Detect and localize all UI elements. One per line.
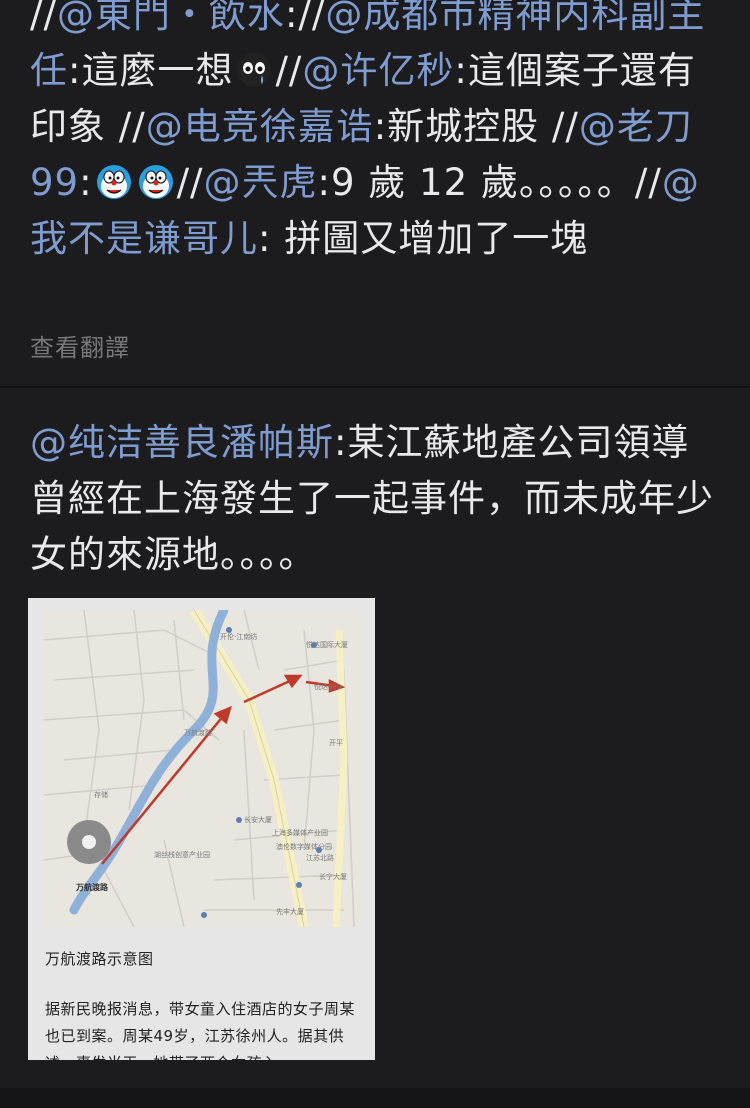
news-article-text: 据新民晚报消息，带女童入住酒店的女子周某也已到案。周某49岁，江苏徐州人。据其供… <box>45 1000 356 1060</box>
separator-text: :// <box>284 0 326 36</box>
doraemon-emoji-icon <box>137 161 175 199</box>
map-label: 悦达国际大厦 <box>306 641 348 649</box>
separator-text: // <box>30 0 57 36</box>
map-label: 开伦·江南坊 <box>220 633 258 641</box>
map-label: 先丰大厦 <box>276 908 304 916</box>
map-label: 长安大厦 <box>244 816 272 824</box>
map-label: 存储 <box>94 791 108 799</box>
comment-text: : 拼圖又增加了一塊 <box>258 217 589 260</box>
mention-link[interactable]: @東門・飲水 <box>57 0 285 36</box>
mention-link[interactable]: @许亿秒 <box>302 49 454 92</box>
map-label: 江苏北路 <box>306 854 334 862</box>
map-label: 悦达889 <box>314 683 342 691</box>
mention-link[interactable]: @电竞徐嘉诰 <box>146 105 374 148</box>
mention-link[interactable]: @兲虎 <box>204 161 318 204</box>
comment-card: @纯洁善良潘帕斯:某江蘇地產公司領導曾經在上海發生了一起事件，而未成年少女的來源… <box>0 388 750 1088</box>
map-label: 万航渡路 <box>76 883 108 892</box>
comment-text: : <box>79 161 93 204</box>
map-label: 长宁大厦 <box>319 873 347 881</box>
comment-body: //@東門・飲水://@成都市精神内科副主任:這麼一想//@许亿秒:這個案子還有… <box>30 0 725 267</box>
translate-link[interactable]: 查看翻譯 <box>30 328 130 363</box>
mention-link[interactable]: @纯洁善良潘帕斯 <box>30 421 334 464</box>
comment-text: :9 歲 12 歲。。。。。// <box>317 161 662 204</box>
crying-face-emoji-icon <box>235 49 273 87</box>
map-label: 万航渡路 <box>184 729 212 737</box>
comment-text: :新城控股 // <box>373 105 579 148</box>
map-label: 湖丝栈创意产业园 <box>154 851 210 859</box>
separator-text: // <box>275 49 303 92</box>
map-label: 澳伦数字媒体分园 <box>276 843 332 851</box>
map-drawing <box>43 605 359 928</box>
doraemon-emoji-icon <box>95 161 133 199</box>
card-separator <box>0 1088 750 1108</box>
map-image: 开伦·江南坊 悦达国际大厦 悦达889 开平 万航渡路 长安大厦 上海多媒体产业园 澳伦数字媒… <box>43 605 359 928</box>
comment-body: @纯洁善良潘帕斯:某江蘇地產公司領導曾經在上海發生了一起事件，而未成年少女的來源… <box>30 415 725 583</box>
image-caption: 万航渡路示意图 <box>45 950 154 968</box>
map-label: 开平 <box>329 739 343 747</box>
comment-text: :這麼一想 <box>68 49 234 92</box>
news-screenshot-image[interactable]: 开伦·江南坊 悦达国际大厦 悦达889 开平 万航渡路 长安大厦 上海多媒体产业园 澳伦数字媒… <box>28 598 375 1060</box>
repost-comment-card: //@東門・飲水://@成都市精神内科副主任:這麼一想//@许亿秒:這個案子還有… <box>0 0 750 386</box>
map-label: 上海多媒体产业园 <box>272 829 328 837</box>
separator-text: // <box>176 161 204 204</box>
